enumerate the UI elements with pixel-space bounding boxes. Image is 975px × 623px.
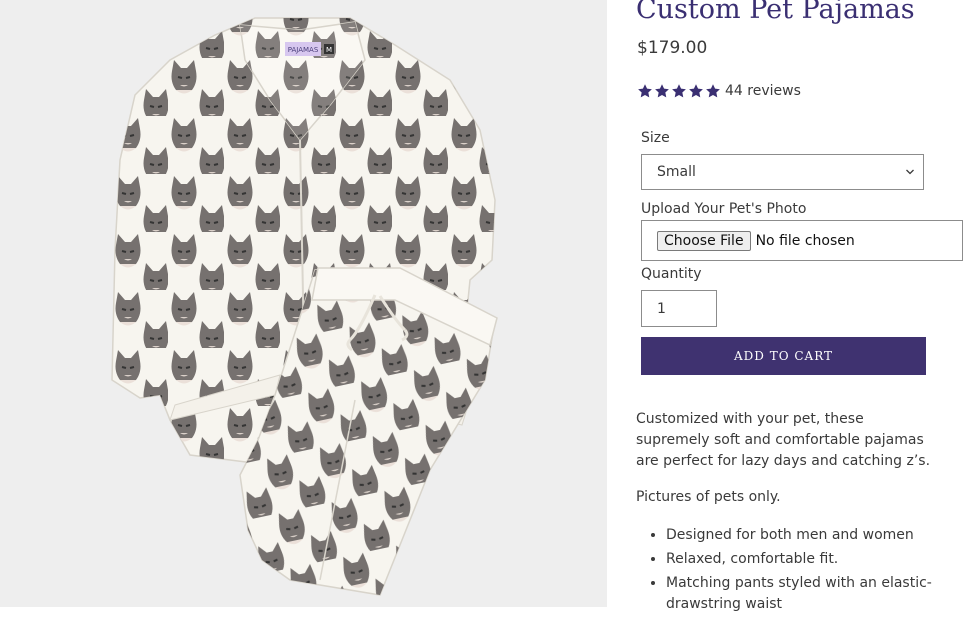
- file-status-text: No file chosen: [755, 232, 855, 249]
- product-price: $179.00: [637, 38, 708, 58]
- size-selected-value: Small: [657, 164, 696, 180]
- size-select[interactable]: Small: [641, 154, 924, 190]
- description-note: Pictures of pets only.: [636, 489, 781, 505]
- star-icon: [655, 84, 669, 98]
- chevron-down-icon: [906, 169, 914, 175]
- size-label: Size: [641, 130, 670, 146]
- svg-text:M: M: [326, 46, 332, 54]
- pet-photo-file-input[interactable]: Choose File No file chosen: [641, 220, 963, 261]
- choose-file-button[interactable]: Choose File: [657, 230, 751, 251]
- star-icon: [672, 84, 686, 98]
- feature-item: Relaxed, comfortable fit.: [666, 549, 936, 570]
- add-to-cart-button[interactable]: ADD TO CART: [641, 337, 926, 375]
- star-icon: [706, 84, 720, 98]
- product-title: Custom Pet Pajamas: [636, 0, 915, 25]
- product-description: Customized with your pet, these supremel…: [636, 409, 936, 618]
- star-icon: [689, 84, 703, 98]
- product-image: PAJAMAS M: [0, 0, 607, 607]
- pajamas-illustration: PAJAMAS M: [111, 17, 498, 596]
- brand-tag: PAJAMAS M: [285, 42, 334, 56]
- svg-text:PAJAMAS: PAJAMAS: [288, 46, 319, 54]
- product-rating: 44 reviews: [637, 81, 801, 101]
- star-icon: [638, 84, 652, 98]
- upload-photo-label: Upload Your Pet's Photo: [641, 201, 807, 217]
- rating-stars: [637, 83, 721, 99]
- feature-item: Designed for both men and women: [666, 525, 936, 546]
- quantity-input[interactable]: 1: [641, 290, 717, 327]
- feature-item: Matching pants styled with an elastic-dr…: [666, 573, 936, 615]
- quantity-label: Quantity: [641, 266, 702, 282]
- description-intro: Customized with your pet, these supremel…: [636, 411, 931, 469]
- reviews-link[interactable]: 44 reviews: [725, 83, 801, 99]
- feature-list: Designed for both men and women Relaxed,…: [636, 525, 936, 615]
